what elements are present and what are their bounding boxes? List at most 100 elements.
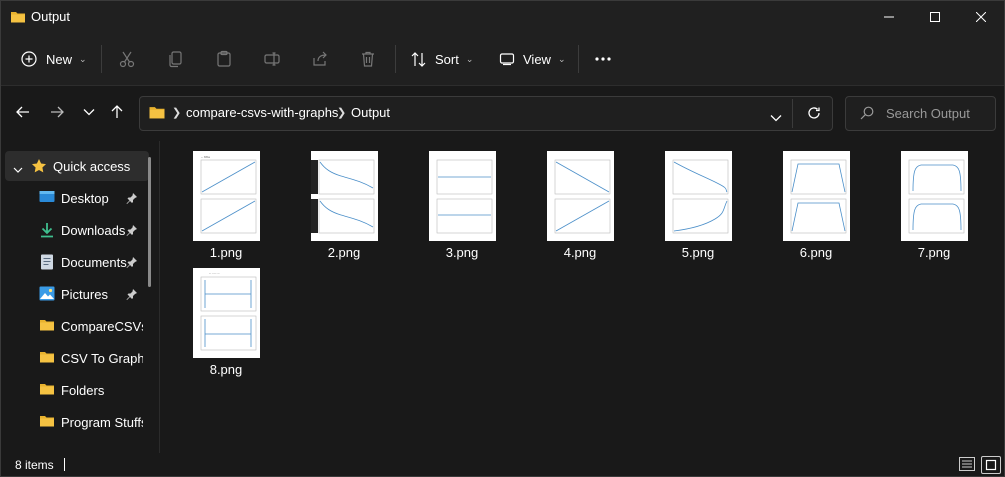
separator	[792, 99, 793, 128]
new-button[interactable]: New ⌄	[21, 43, 87, 75]
sidebar-item-quick-access[interactable]: Quick access	[5, 151, 149, 181]
desktop-icon	[39, 190, 55, 208]
cut-button[interactable]	[118, 43, 136, 75]
file-item[interactable]: -- ---- -- 8.png	[171, 258, 281, 377]
share-button[interactable]	[311, 43, 329, 75]
share-icon	[313, 51, 327, 66]
view-icon	[499, 53, 515, 66]
file-name: 6.png	[799, 245, 833, 260]
breadcrumb-item[interactable]: compare-csvs-with-graphs	[186, 105, 338, 120]
trash-icon	[362, 51, 374, 67]
forward-button[interactable]	[43, 98, 71, 126]
arrow-left-icon	[16, 106, 29, 118]
sidebar-item-desktop[interactable]: Desktop	[5, 183, 143, 213]
details-view-button[interactable]	[958, 456, 976, 472]
file-list: -- title 1.png 2.png 3.png 4.png 5.png 6…	[161, 141, 1004, 453]
details-view-icon	[959, 457, 975, 471]
svg-text:-- ---- --: -- ---- --	[209, 271, 220, 275]
window-title: Output	[31, 9, 71, 24]
folder-icon	[39, 350, 55, 367]
sidebar-item-comparecsvs[interactable]: CompareCSVsW	[5, 311, 143, 341]
image-thumbnail: -- title	[193, 151, 260, 241]
copy-button[interactable]	[167, 43, 185, 75]
image-thumbnail: -- ---- --	[193, 268, 260, 358]
address-bar[interactable]: ❯ compare-csvs-with-graphs ❯ Output	[139, 96, 833, 131]
pin-icon	[126, 288, 138, 303]
folder-icon	[39, 414, 55, 431]
explorer-window: Output New ⌄ Sort ⌄ View ⌄ ❯ compare-csv…	[0, 0, 1005, 477]
item-count: 8 items	[15, 458, 54, 472]
file-item[interactable]: 5.png	[643, 141, 753, 260]
sidebar-item-program-stuffs[interactable]: Program Stuffs	[5, 407, 143, 437]
sidebar-item-label: Desktop	[61, 191, 109, 206]
search-input[interactable]: Search Output	[886, 106, 970, 121]
file-name: 2.png	[327, 245, 361, 260]
sidebar-item-pictures[interactable]: Pictures	[5, 279, 143, 309]
address-history-button[interactable]	[770, 109, 782, 127]
thumbnail-view-button[interactable]	[981, 456, 1001, 474]
sidebar-item-documents[interactable]: Documents	[5, 247, 143, 277]
search-box[interactable]: Search Output	[845, 96, 996, 131]
recent-locations-button[interactable]	[75, 98, 103, 126]
chevron-down-icon	[83, 109, 95, 116]
folder-icon	[10, 10, 26, 29]
delete-button[interactable]	[359, 43, 377, 75]
refresh-icon	[808, 107, 820, 119]
copy-icon	[169, 51, 182, 68]
arrow-right-icon	[51, 106, 64, 118]
file-item[interactable]: 3.png	[407, 141, 517, 260]
image-thumbnail	[311, 151, 378, 241]
separator	[101, 45, 102, 73]
more-options-button[interactable]	[594, 43, 612, 75]
chevron-down-icon: ⌄	[557, 53, 566, 64]
sidebar-item-label: Downloads	[61, 223, 126, 238]
sidebar-scrollbar[interactable]	[148, 157, 151, 287]
sidebar-item-label: CompareCSVsW	[61, 319, 143, 334]
minimize-button[interactable]	[866, 1, 912, 33]
pin-icon	[126, 224, 138, 239]
new-label: New	[46, 51, 73, 67]
minimize-icon	[884, 16, 894, 18]
svg-text:-- title: -- title	[201, 155, 210, 159]
scissors-icon	[119, 51, 135, 68]
up-button[interactable]	[103, 98, 131, 126]
sidebar-item-csv-to-graphs[interactable]: CSV To Graphs	[5, 343, 143, 373]
sort-button[interactable]: Sort ⌄	[410, 43, 473, 75]
file-item[interactable]: 6.png	[761, 141, 871, 260]
paste-button[interactable]	[215, 43, 233, 75]
title-bar: Output	[1, 1, 1004, 33]
sidebar-item-label: Quick access	[53, 159, 131, 174]
pictures-icon	[39, 286, 55, 304]
file-item[interactable]: 4.png	[525, 141, 635, 260]
close-icon	[976, 12, 986, 22]
file-item[interactable]: 2.png	[289, 141, 399, 260]
sidebar-item-downloads[interactable]: Downloads	[5, 215, 143, 245]
rename-button[interactable]	[263, 43, 281, 75]
pin-icon	[126, 256, 138, 271]
folder-icon	[148, 105, 166, 125]
close-button[interactable]	[958, 1, 1004, 33]
chevron-right-icon: ❯	[172, 107, 182, 119]
back-button[interactable]	[9, 98, 37, 126]
sort-label: Sort	[435, 51, 459, 67]
view-button[interactable]: View ⌄	[499, 43, 566, 75]
sidebar-item-label: Documents	[61, 255, 127, 270]
maximize-button[interactable]	[912, 1, 958, 33]
thumbnail-view-icon	[985, 459, 997, 471]
file-item[interactable]: -- title 1.png	[171, 141, 281, 260]
file-item[interactable]: 7.png	[879, 141, 989, 260]
refresh-button[interactable]	[806, 105, 822, 126]
sort-icon	[411, 51, 426, 67]
image-thumbnail	[429, 151, 496, 241]
image-thumbnail	[901, 151, 968, 241]
chevron-down-icon: ⌄	[79, 53, 87, 64]
address-row: ❯ compare-csvs-with-graphs ❯ Output Sear…	[1, 86, 1004, 140]
separator	[64, 458, 65, 471]
maximize-icon	[930, 12, 940, 22]
sidebar-item-folders[interactable]: Folders	[5, 375, 143, 405]
breadcrumb-item[interactable]: Output	[351, 105, 390, 120]
folder-icon	[39, 382, 55, 399]
more-icon	[595, 57, 611, 61]
chevron-down-icon	[770, 115, 782, 122]
command-bar: New ⌄ Sort ⌄ View ⌄	[1, 33, 1004, 86]
